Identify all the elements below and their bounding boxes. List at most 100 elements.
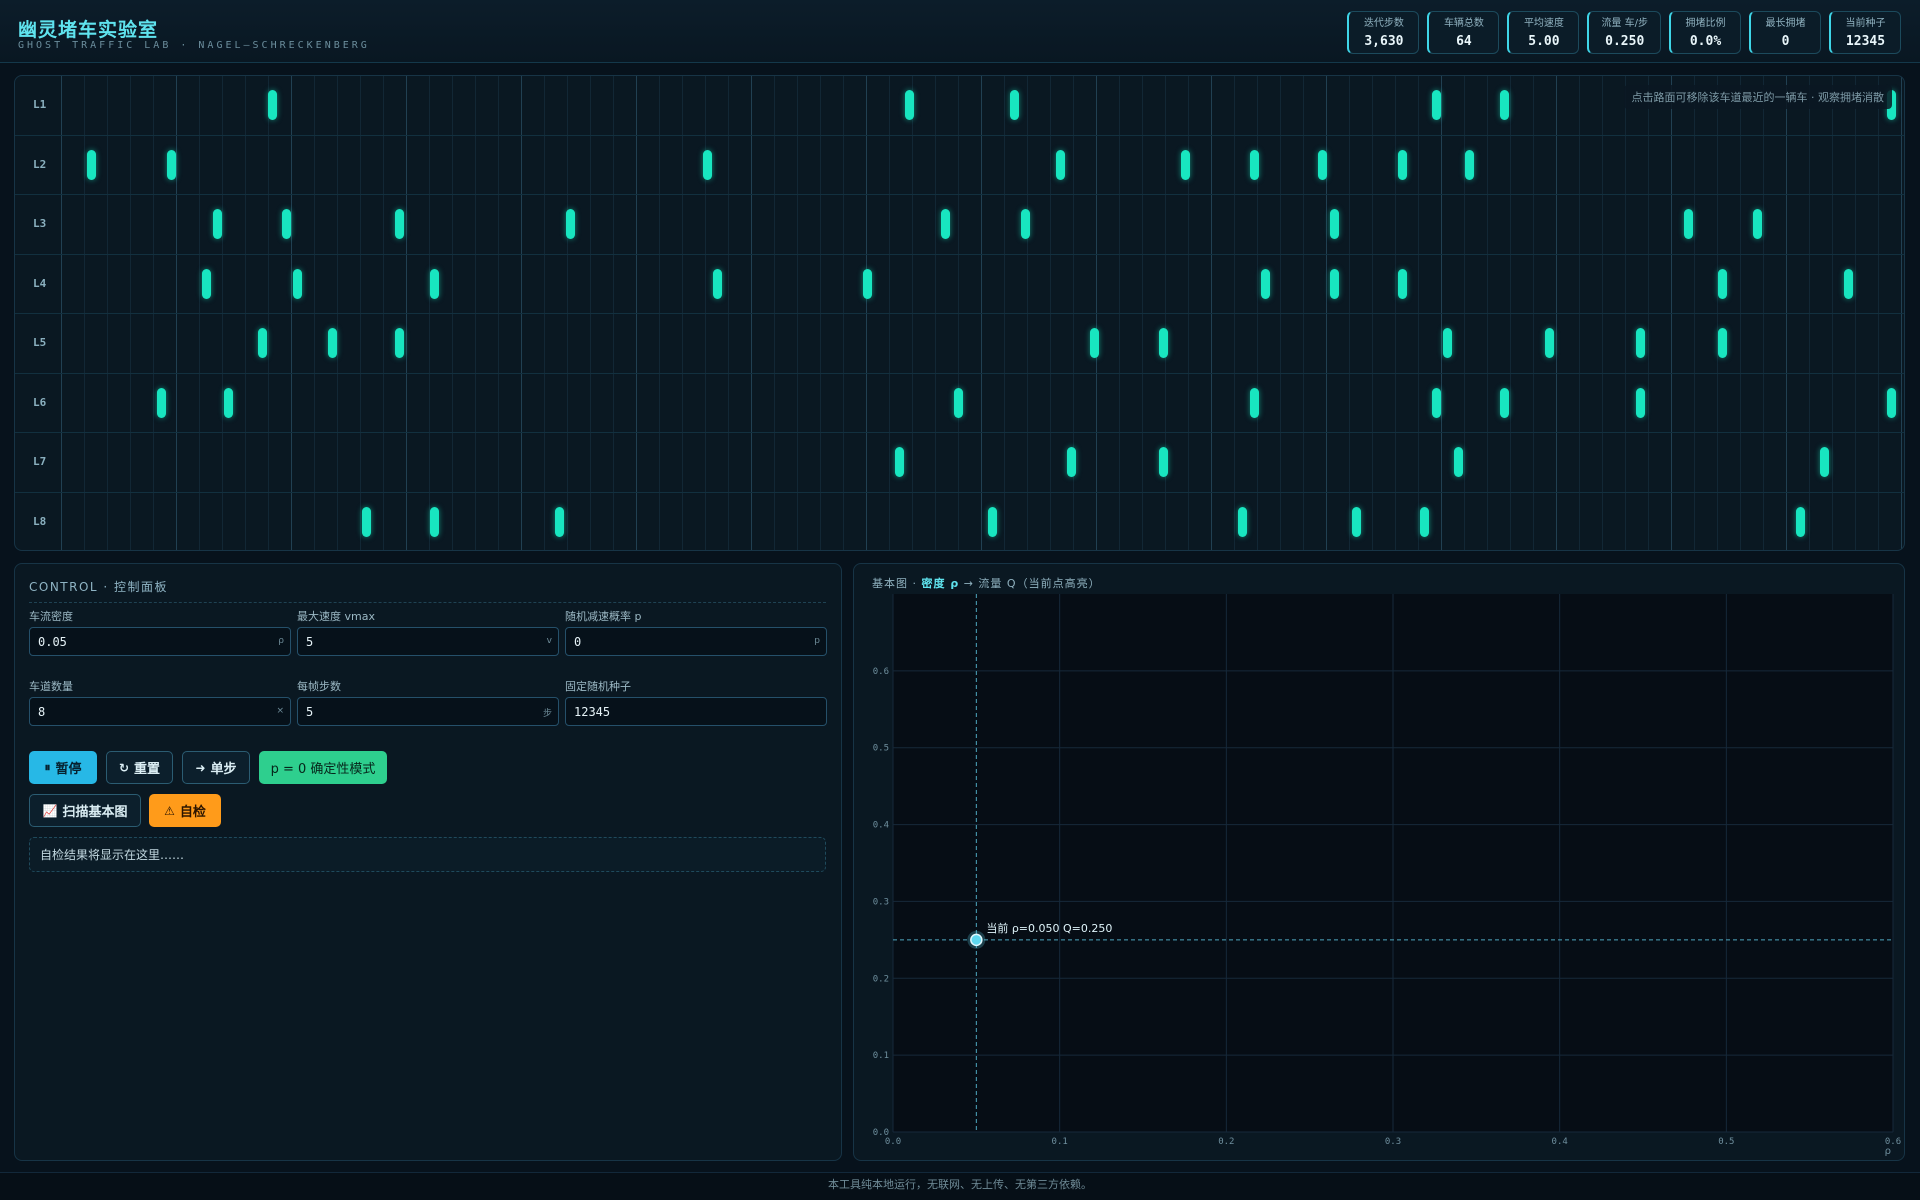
car bbox=[362, 506, 372, 537]
car bbox=[1181, 149, 1191, 180]
car bbox=[940, 209, 950, 239]
vmax-input[interactable] bbox=[298, 628, 558, 655]
field-label: 随机减速概率 p bbox=[565, 610, 642, 623]
stat-seed: 当前种子 12345 bbox=[1829, 11, 1901, 54]
field-label: 最大速度 vmax bbox=[297, 610, 375, 623]
car bbox=[1545, 328, 1555, 358]
car bbox=[394, 328, 404, 358]
road-hint: 点击路面可移除该车道最近的一辆车 · 观察拥堵消散 bbox=[1623, 85, 1892, 109]
car bbox=[862, 268, 872, 299]
y-tick-label: 0.0 bbox=[873, 1128, 889, 1138]
y-tick-label: 0.4 bbox=[873, 821, 889, 831]
stat-label: 最长拥堵 bbox=[1765, 17, 1806, 29]
car bbox=[1090, 328, 1100, 358]
car bbox=[1718, 268, 1728, 299]
car bbox=[1887, 387, 1897, 418]
car bbox=[327, 328, 337, 358]
car bbox=[1752, 209, 1762, 239]
car bbox=[429, 268, 439, 299]
car bbox=[156, 387, 166, 418]
car bbox=[87, 149, 97, 180]
car bbox=[1432, 90, 1442, 120]
car bbox=[167, 149, 177, 180]
car bbox=[293, 268, 303, 299]
deterministic-mode-button[interactable]: p = 0 确定性模式 bbox=[259, 751, 387, 784]
lanes-input[interactable] bbox=[30, 698, 290, 725]
scan-diagram-button[interactable]: 📈 扫描基本图 bbox=[29, 794, 141, 827]
lane-2[interactable]: L2 bbox=[15, 136, 1904, 195]
car bbox=[1397, 149, 1407, 180]
car bbox=[1454, 447, 1464, 477]
x-tick-label: 0.2 bbox=[1218, 1137, 1234, 1147]
lane-8[interactable]: L8 bbox=[15, 493, 1904, 551]
check-label: 自检 bbox=[179, 805, 206, 820]
pause-label: 暂停 bbox=[55, 762, 82, 777]
stat-value: 3,630 bbox=[1364, 33, 1404, 49]
car bbox=[566, 209, 576, 239]
lanes-field: 车道数量 × bbox=[29, 678, 291, 726]
reset-label: 重置 bbox=[134, 762, 161, 777]
car bbox=[429, 506, 439, 537]
car bbox=[267, 90, 277, 120]
fundamental-diagram-chart: 0.0 0.1 0.2 0.3 0.4 0.5 0.60.00.10.20.30.40.50… bbox=[873, 594, 1901, 1157]
stat-avg-speed: 平均速度 5.00 bbox=[1507, 11, 1580, 54]
app-subtitle: GHOST TRAFFIC LAB · NAGEL–SCHRECKENBERG bbox=[18, 40, 370, 51]
x-tick-label: 0.5 bbox=[1718, 1137, 1734, 1147]
field-unit: × bbox=[276, 706, 284, 716]
stat-flow: 流量 车/步 0.250 bbox=[1587, 11, 1661, 54]
density-field: 车流密度 ρ bbox=[29, 608, 291, 656]
car bbox=[282, 209, 292, 239]
seed-input[interactable] bbox=[566, 698, 826, 725]
car bbox=[713, 268, 723, 299]
chart-icon: 📈 bbox=[42, 803, 58, 818]
car bbox=[1636, 328, 1646, 358]
lane-5[interactable]: L5 bbox=[15, 314, 1904, 374]
field-box: v bbox=[297, 627, 559, 656]
steps-per-frame-input[interactable] bbox=[298, 698, 558, 725]
reset-button[interactable]: ↻ 重置 bbox=[106, 751, 173, 784]
lane-label: L1 bbox=[33, 98, 47, 111]
control-panel-title: CONTROL · 控制面板 bbox=[29, 578, 826, 603]
road-canvas[interactable]: L1 L2 L3 L4 L5 L6 L7 L8 点击路面可移除该车道最近的一辆车 · 观察拥堵… bbox=[14, 75, 1905, 551]
field-label: 车道数量 bbox=[29, 680, 73, 693]
x-tick-label: 0.4 bbox=[1552, 1137, 1568, 1147]
density-input[interactable] bbox=[30, 628, 290, 655]
car bbox=[1843, 268, 1853, 299]
car bbox=[1352, 506, 1362, 537]
stat-value: 0.0% bbox=[1689, 33, 1722, 49]
lane-6[interactable]: L6 bbox=[15, 374, 1904, 433]
car bbox=[1443, 328, 1453, 358]
lane-3[interactable]: L3 bbox=[15, 195, 1904, 255]
car bbox=[1397, 268, 1407, 299]
car bbox=[1159, 328, 1169, 358]
lane-7[interactable]: L7 bbox=[15, 433, 1904, 493]
arrow-right-icon: ➜ bbox=[195, 760, 206, 775]
lane-label: L6 bbox=[33, 395, 47, 409]
x-tick-label: 0.0 bbox=[885, 1137, 901, 1147]
warning-icon: ⚠ bbox=[164, 803, 175, 818]
car bbox=[1636, 387, 1646, 418]
lane-4[interactable]: L4 bbox=[15, 255, 1904, 314]
scan-label: 扫描基本图 bbox=[62, 805, 128, 820]
self-check-button[interactable]: ⚠ 自检 bbox=[149, 794, 221, 827]
field-box: p bbox=[565, 627, 827, 656]
car bbox=[895, 447, 905, 477]
lane-1[interactable]: L1 bbox=[15, 76, 1904, 136]
step-button[interactable]: ➜ 单步 bbox=[182, 751, 250, 784]
slowdown-prob-input[interactable] bbox=[566, 628, 826, 655]
y-tick-label: 0.2 bbox=[873, 974, 889, 984]
lane-label: L3 bbox=[33, 217, 47, 230]
car bbox=[1330, 268, 1340, 299]
stat-value: 0 bbox=[1781, 33, 1790, 49]
stat-label: 当前种子 bbox=[1845, 17, 1886, 29]
reset-icon: ↻ bbox=[118, 760, 130, 775]
y-tick-label: 0.3 bbox=[873, 897, 889, 907]
car bbox=[1465, 149, 1475, 180]
car bbox=[1432, 387, 1442, 418]
car bbox=[212, 209, 222, 239]
field-label: 固定随机种子 bbox=[565, 680, 631, 693]
car bbox=[555, 506, 565, 537]
pause-button[interactable]: ⏸ 暂停 bbox=[29, 751, 97, 784]
car bbox=[1261, 268, 1271, 299]
stat-label: 平均速度 bbox=[1523, 17, 1564, 29]
